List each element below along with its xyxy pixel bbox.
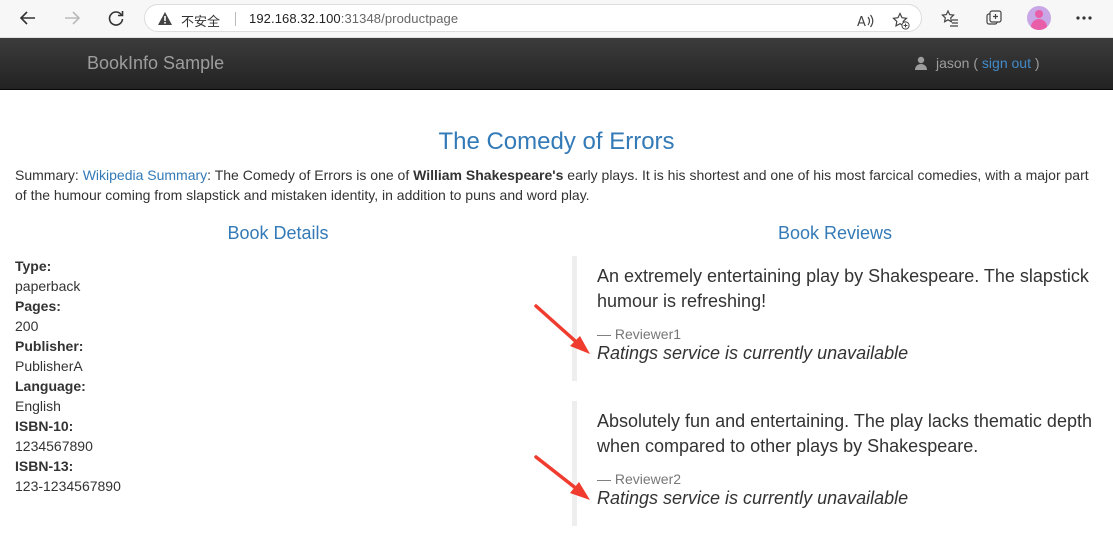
url-path: :31348/productpage	[340, 11, 459, 26]
forward-button[interactable]	[59, 5, 85, 31]
favorites-list-icon	[941, 9, 958, 27]
product-title: The Comedy of Errors	[438, 128, 675, 155]
profile-avatar[interactable]	[1027, 6, 1051, 30]
annotation-arrow-icon	[534, 455, 590, 500]
close-paren: )	[1030, 55, 1040, 71]
review-text: Absolutely fun and entertaining. The pla…	[597, 411, 1092, 456]
user-icon	[915, 56, 927, 70]
detail-value-publisher: PublisherA	[15, 358, 83, 374]
read-aloud-icon[interactable]: A	[857, 14, 875, 28]
browser-toolbar: 不安全 192.168.32.100:31348/productpage A	[0, 0, 1113, 38]
wikipedia-summary-link[interactable]: Wikipedia Summary	[83, 167, 207, 183]
book-details-heading: Book Details	[227, 223, 329, 243]
rating-status: Ratings service is currently unavailable	[597, 488, 909, 508]
book-reviews-heading: Book Reviews	[777, 223, 893, 243]
detail-label-language: Language:	[15, 378, 86, 394]
settings-more-button[interactable]	[1071, 5, 1097, 31]
detail-label-type: Type:	[15, 258, 52, 274]
security-label[interactable]: 不安全	[181, 11, 220, 30]
summary-author: William Shakespeare's	[413, 167, 564, 183]
detail-label-publisher: Publisher:	[15, 338, 84, 354]
warning-icon[interactable]	[157, 11, 173, 26]
detail-value-language: English	[15, 398, 61, 414]
favorites-button[interactable]	[937, 5, 963, 31]
back-arrow-icon	[19, 11, 35, 25]
url-host: 192.168.32.100	[249, 11, 341, 26]
more-dots-icon	[1076, 16, 1092, 20]
forward-arrow-icon	[65, 11, 81, 25]
product-summary: Summary: Wikipedia Summary: The Comedy o…	[15, 165, 1095, 205]
url-text[interactable]: 192.168.32.100:31348/productpage	[249, 11, 458, 26]
collections-icon	[986, 10, 1002, 25]
detail-label-isbn13: ISBN-13:	[15, 458, 74, 474]
address-bar[interactable]: 不安全 192.168.32.100:31348/productpage A	[144, 4, 922, 32]
collections-button[interactable]	[981, 5, 1007, 31]
detail-label-pages: Pages:	[15, 298, 61, 314]
detail-value-isbn13: 123-1234567890	[15, 478, 121, 494]
svg-text:A: A	[857, 15, 866, 28]
annotation-arrow-icon	[534, 304, 590, 354]
refresh-icon	[108, 11, 124, 26]
summary-prefix: Summary:	[15, 167, 83, 183]
review-block: An extremely entertaining play by Shakes…	[572, 256, 1092, 381]
reviewer-name: — Reviewer1	[597, 326, 682, 342]
open-paren: (	[969, 55, 982, 71]
detail-value-type: paperback	[15, 278, 81, 294]
detail-value-pages: 200	[15, 318, 39, 334]
app-navbar: BookInfo Sample jason ( sign out )	[0, 38, 1113, 90]
username: jason	[936, 55, 970, 71]
summary-mid: : The Comedy of Errors is one of	[207, 167, 414, 183]
address-divider	[235, 12, 236, 26]
detail-label-isbn10: ISBN-10:	[15, 418, 74, 434]
review-text: An extremely entertaining play by Shakes…	[597, 266, 1089, 311]
sign-out-link[interactable]: sign out	[982, 55, 1031, 71]
book-details-list: Type: paperback Pages: 200 Publisher: Pu…	[15, 256, 121, 496]
refresh-button[interactable]	[103, 5, 129, 31]
review-block: Absolutely fun and entertaining. The pla…	[572, 401, 1092, 526]
back-button[interactable]	[15, 5, 41, 31]
detail-value-isbn10: 1234567890	[15, 438, 93, 454]
brand-link[interactable]: BookInfo Sample	[87, 53, 224, 74]
user-info: jason ( sign out )	[914, 55, 1040, 71]
rating-status: Ratings service is currently unavailable	[597, 343, 909, 363]
add-favorite-icon[interactable]	[892, 12, 910, 30]
avatar-head	[1035, 10, 1043, 18]
avatar-body	[1031, 19, 1047, 30]
reviewer-name: — Reviewer2	[597, 471, 682, 487]
